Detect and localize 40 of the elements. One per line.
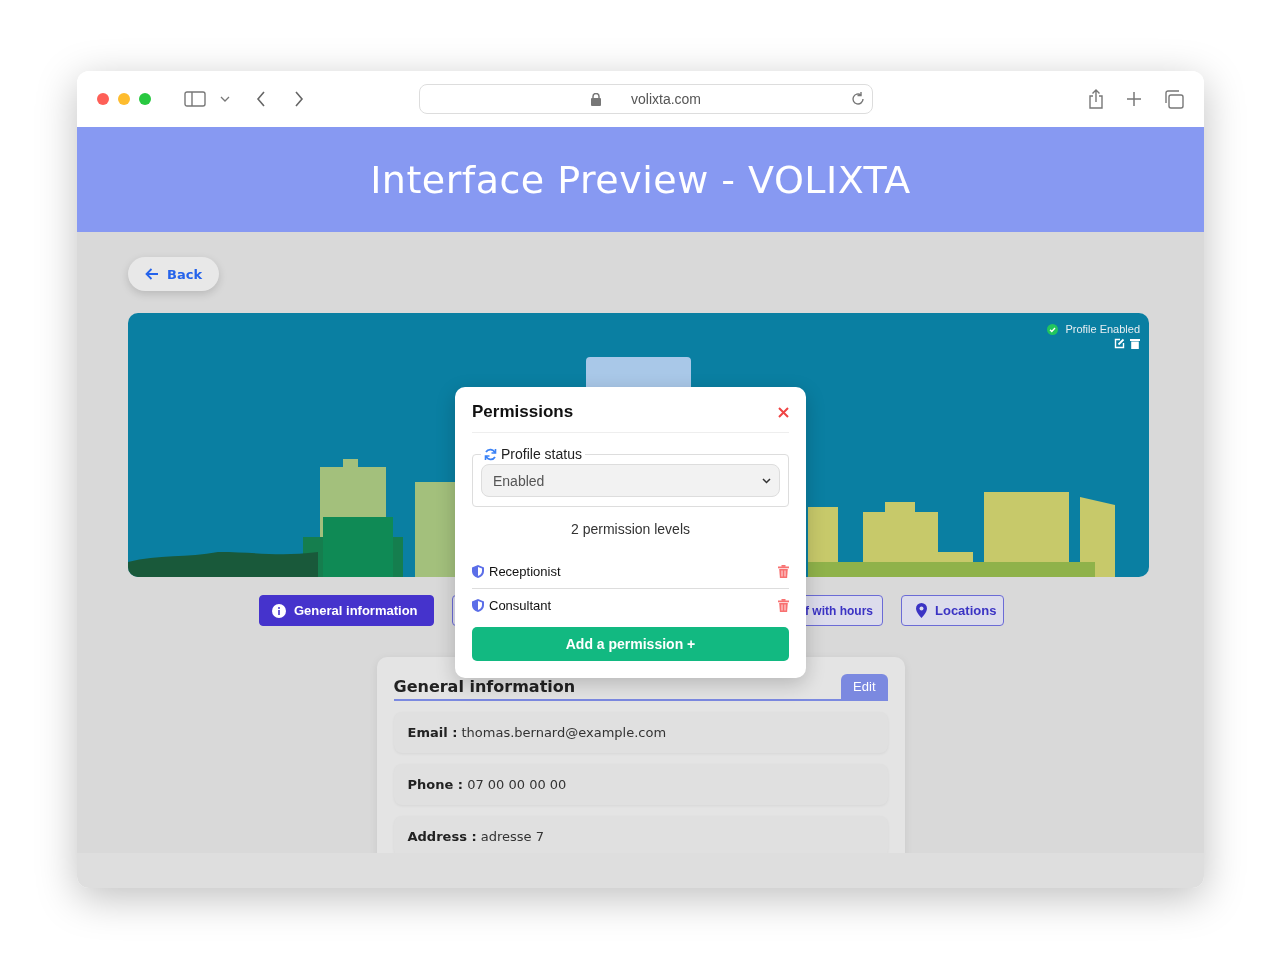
close-icon: [778, 406, 789, 418]
tab[interactable]: Locations: [901, 595, 1004, 626]
shield-icon: [472, 599, 484, 612]
field-text: Email : thomas.bernard@example.com: [407, 725, 667, 740]
tab[interactable]: General information: [259, 595, 434, 626]
permission-name: Consultant: [489, 598, 553, 613]
plus-icon[interactable]: [1126, 91, 1142, 107]
lock-icon: [591, 92, 601, 106]
permission-count: 2 permission levels: [569, 521, 692, 537]
map-pin-icon: [916, 603, 927, 618]
trash-icon[interactable]: [1130, 338, 1140, 349]
tabs-overview-icon[interactable]: [1164, 89, 1184, 109]
edit-button[interactable]: Edit: [841, 674, 888, 699]
page-title: Interface Preview - VOLIXTA: [370, 157, 911, 202]
share-icon[interactable]: [1088, 89, 1104, 109]
refresh-icon: [484, 447, 497, 461]
profile-status-text: Profile Enabled: [1065, 323, 1140, 335]
reload-icon[interactable]: [850, 91, 866, 107]
close-button[interactable]: [778, 406, 789, 418]
trash-icon[interactable]: [778, 565, 789, 578]
status-select[interactable]: Enabled: [481, 464, 780, 497]
maximize-window-button[interactable]: [139, 93, 151, 105]
address-bar[interactable]: volixta.com: [419, 84, 873, 114]
modal-title: Permissions: [472, 402, 574, 422]
left-arrow-icon: [145, 268, 159, 280]
field-text: Address : adresse 7: [407, 829, 544, 844]
chevron-down-icon[interactable]: [220, 96, 230, 102]
card-title: General information: [393, 677, 577, 696]
info-icon: [272, 603, 286, 618]
edit-icon[interactable]: [1114, 338, 1125, 349]
field-text: Phone : 07 00 00 00 00: [407, 777, 567, 792]
url-text: volixta.com: [631, 91, 701, 107]
back-button[interactable]: Back: [128, 257, 220, 291]
chevron-down-icon: [762, 477, 771, 484]
sidebar-icon[interactable]: [184, 91, 206, 107]
trash-icon[interactable]: [778, 599, 789, 612]
close-window-button[interactable]: [97, 93, 109, 105]
shield-icon: [472, 565, 484, 578]
permission-name: Receptionist: [489, 564, 562, 579]
fieldset-legend: Profile status: [501, 446, 582, 462]
